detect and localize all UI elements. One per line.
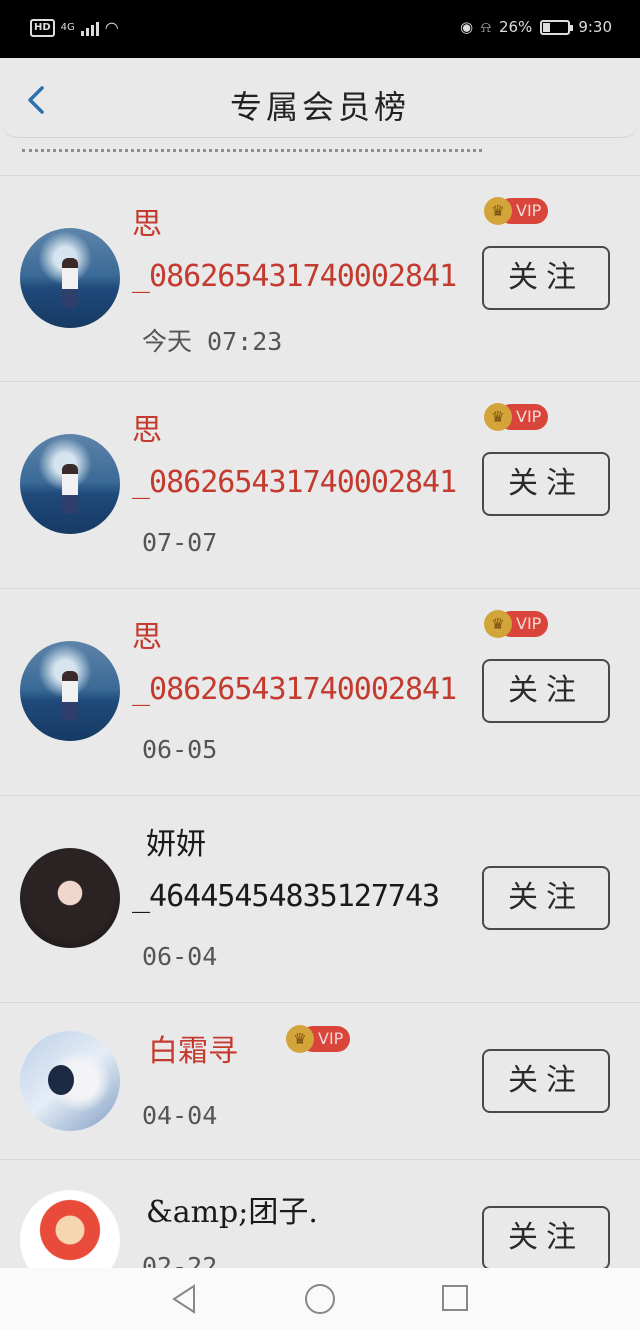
timestamp: 06-04 bbox=[142, 942, 218, 971]
list-item[interactable]: 白霜寻 VIP ♛ 04-04 关注 bbox=[0, 1003, 640, 1160]
vip-badge: VIP ♛ bbox=[484, 610, 548, 638]
crown-icon: ♛ bbox=[484, 403, 512, 431]
timestamp: 04-04 bbox=[142, 1101, 218, 1130]
member-name: &amp;团子. bbox=[146, 1195, 318, 1230]
member-id: _086265431740002841 bbox=[132, 259, 457, 294]
follow-button[interactable]: 关注 bbox=[482, 659, 610, 723]
member-id: _086265431740002841 bbox=[132, 465, 457, 500]
battery-percent: 26% bbox=[498, 18, 533, 36]
follow-button[interactable]: 关注 bbox=[482, 1206, 610, 1270]
timestamp: 今天 07:23 bbox=[142, 327, 283, 356]
timestamp: 06-05 bbox=[142, 735, 218, 764]
system-nav-bar bbox=[0, 1268, 640, 1330]
vip-badge: VIP ♛ bbox=[484, 403, 548, 431]
mute-bell-icon: ⍾ bbox=[481, 18, 491, 36]
member-id: _46445454835127743 bbox=[132, 879, 440, 914]
vip-badge: VIP ♛ bbox=[286, 1025, 350, 1053]
wifi-icon: ◠ bbox=[104, 18, 119, 37]
list-item[interactable]: 思 _086265431740002841 06-05 VIP ♛ 关注 bbox=[0, 589, 640, 796]
crown-icon: ♛ bbox=[484, 197, 512, 225]
member-name: 思 bbox=[132, 413, 162, 448]
signal-icon bbox=[80, 20, 99, 36]
battery-icon bbox=[540, 19, 574, 35]
triangle-back-icon[interactable] bbox=[170, 1284, 198, 1314]
list-item[interactable]: 思 _086265431740002841 07-07 VIP ♛ 关注 bbox=[0, 382, 640, 589]
member-name: 白霜寻 bbox=[148, 1034, 238, 1069]
square-recent-icon[interactable] bbox=[442, 1285, 468, 1311]
header: 专属会员榜 bbox=[0, 58, 640, 138]
member-list: 思 _086265431740002841 今天 07:23 VIP ♛ 关注 … bbox=[0, 176, 640, 1290]
avatar[interactable] bbox=[20, 228, 120, 328]
member-name: 妍妍 bbox=[146, 827, 206, 862]
eye-comfort-icon: ◉ bbox=[459, 18, 474, 36]
avatar[interactable] bbox=[20, 641, 120, 741]
partial-list-row bbox=[0, 138, 640, 176]
list-item[interactable]: 妍妍 _46445454835127743 06-04 关注 bbox=[0, 796, 640, 1003]
network-type: 4G bbox=[60, 22, 75, 33]
follow-button[interactable]: 关注 bbox=[482, 452, 610, 516]
clock: 9:30 bbox=[578, 18, 612, 36]
list-item[interactable]: 思 _086265431740002841 今天 07:23 VIP ♛ 关注 bbox=[0, 176, 640, 382]
crown-icon: ♛ bbox=[286, 1025, 314, 1053]
member-name: 思 bbox=[132, 207, 162, 242]
timestamp: 07-07 bbox=[142, 528, 218, 557]
follow-button[interactable]: 关注 bbox=[482, 1049, 610, 1113]
member-name: 思 bbox=[132, 620, 162, 655]
status-right: ◉ ⍾ 26% 9:30 bbox=[460, 18, 612, 36]
vip-badge: VIP ♛ bbox=[484, 197, 548, 225]
circle-home-icon[interactable] bbox=[305, 1284, 335, 1314]
avatar[interactable] bbox=[20, 1031, 120, 1131]
follow-button[interactable]: 关注 bbox=[482, 246, 610, 310]
member-id: _086265431740002841 bbox=[132, 672, 457, 707]
hd-icon: HD bbox=[30, 18, 55, 37]
status-left: HD 4G ◠ bbox=[30, 18, 119, 37]
follow-button[interactable]: 关注 bbox=[482, 866, 610, 930]
status-bar: HD 4G ◠ ◉ ⍾ 26% 9:30 bbox=[0, 0, 640, 58]
crown-icon: ♛ bbox=[484, 610, 512, 638]
avatar[interactable] bbox=[20, 848, 120, 948]
page-title: 专属会员榜 bbox=[229, 88, 410, 126]
avatar[interactable] bbox=[20, 434, 120, 534]
